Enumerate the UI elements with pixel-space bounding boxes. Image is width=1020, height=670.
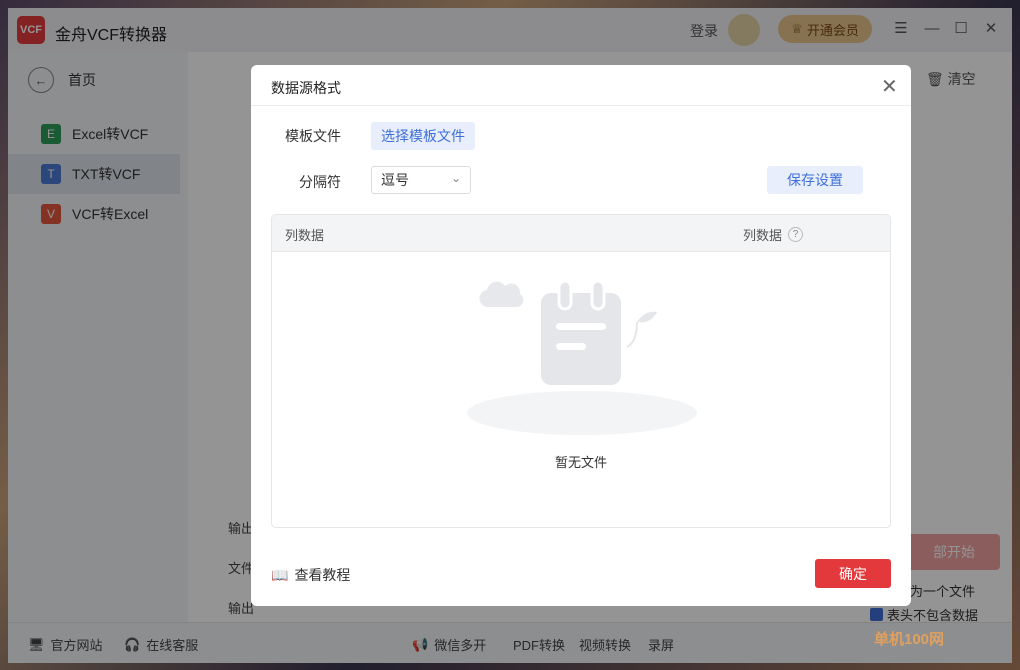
tutorial-label: 查看教程 (294, 567, 351, 583)
divider (251, 105, 911, 106)
book-icon: 📖 (271, 566, 289, 583)
delimiter-select[interactable]: 逗号 ⌄ (371, 166, 471, 194)
dialog-title: 数据源格式 (271, 80, 341, 96)
table-header: 列数据 列数据 ? (272, 215, 890, 252)
column-data-table: 列数据 列数据 ? 暂无文件 (271, 214, 891, 528)
column-header-2: 列数据 ? (743, 225, 804, 244)
close-icon[interactable]: ✕ (881, 74, 898, 99)
help-icon[interactable]: ? (788, 227, 804, 242)
empty-text: 暂无文件 (554, 455, 607, 470)
template-label: 模板文件 (285, 128, 341, 144)
save-settings-button[interactable]: 保存设置 (767, 166, 863, 194)
watermark: 单机100网 (874, 631, 945, 648)
column-header: 列数据 (285, 228, 325, 243)
column-header-label: 列数据 (743, 228, 783, 243)
select-template-button[interactable]: 选择模板文件 (371, 122, 475, 150)
confirm-button[interactable]: 确定 (815, 559, 891, 588)
data-source-format-dialog: 数据源格式 ✕ 模板文件 选择模板文件 分隔符 逗号 ⌄ 保存设置 列数据 列数… (251, 65, 911, 606)
empty-state-illustration (467, 279, 697, 435)
chevron-down-icon: ⌄ (450, 171, 461, 185)
delimiter-value: 逗号 (381, 172, 409, 188)
view-tutorial-link[interactable]: 📖 查看教程 (271, 565, 350, 585)
delimiter-label: 分隔符 (299, 174, 341, 190)
